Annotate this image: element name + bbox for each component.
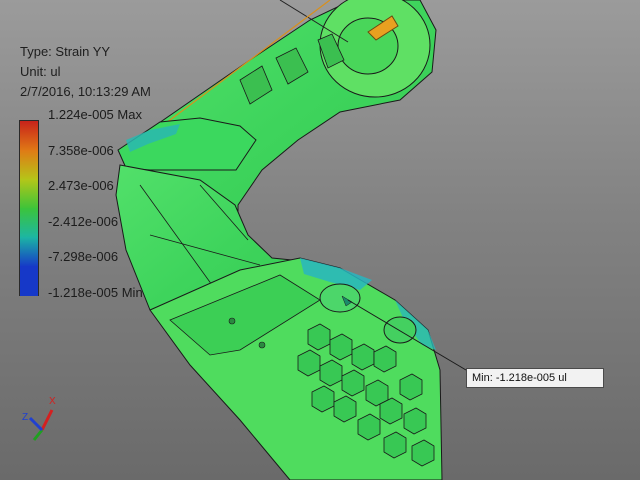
triad-x-label: X — [49, 396, 56, 407]
legend-label: -2.412e-006 — [48, 213, 119, 229]
legend-segment — [20, 237, 38, 267]
triad-z-label: Z — [22, 412, 28, 423]
hole-1 — [228, 317, 236, 325]
color-legend-bar — [19, 120, 39, 296]
legend-segment — [20, 208, 38, 238]
triad-x-axis — [40, 409, 54, 431]
legend-label: 2.473e-006 — [48, 178, 114, 193]
3d-viewport[interactable]: Type: Strain YY Unit: ul 2/7/2016, 10:13… — [0, 0, 640, 480]
pin-hole-left — [319, 283, 361, 313]
hole-2 — [258, 341, 266, 349]
min-callout: Min: -1.218e-005 ul — [466, 368, 604, 388]
legend-label: 7.358e-006 — [48, 142, 114, 158]
legend-segment — [20, 266, 38, 296]
triad-y-axis — [32, 429, 44, 441]
legend-segment — [20, 121, 38, 151]
result-datetime: 2/7/2016, 10:13:29 AM — [20, 84, 151, 99]
legend-label: -1.218e-005 Min — [48, 284, 143, 300]
result-type: Type: Strain YY — [20, 44, 111, 59]
legend-segment — [20, 150, 38, 180]
legend-label: 1.224e-005 Max — [48, 107, 142, 122]
triad-z-axis — [28, 416, 44, 432]
legend-segment — [20, 179, 38, 209]
pin-hole-right — [383, 316, 417, 344]
result-unit: Unit: ul — [20, 64, 61, 79]
legend-label: -7.298e-006 — [48, 249, 119, 264]
model-mesh[interactable] — [0, 0, 640, 480]
view-triad[interactable]: X Z — [18, 390, 68, 450]
